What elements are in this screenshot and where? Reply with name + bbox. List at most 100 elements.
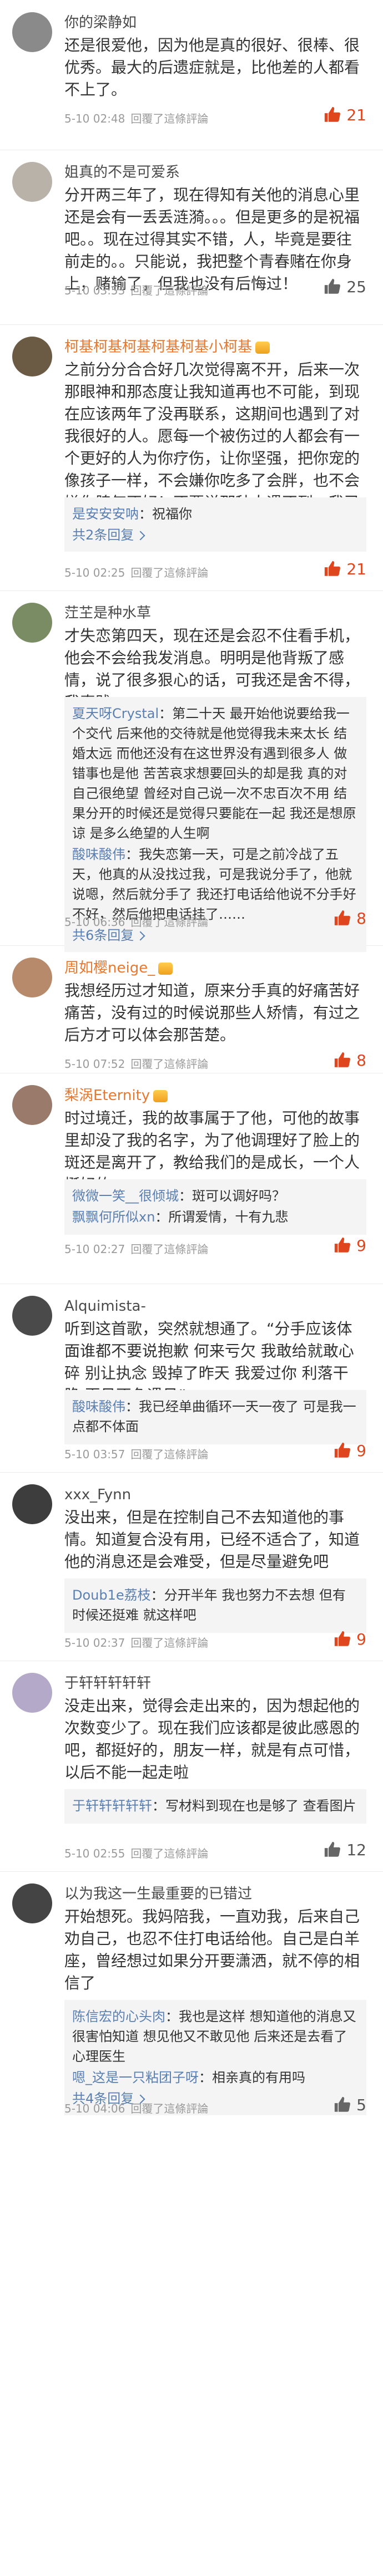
comment-author-name[interactable]: 梨涡Eternity xyxy=(64,1087,168,1104)
reply-item[interactable]: 于轩轩轩轩轩：写材料到现在也是够了 查看图片 xyxy=(72,1796,359,1816)
reply-thread[interactable]: 微微一笑__很倾城：斑可以调好吗？ 飘飘何所似xn：所谓爱情，十有九悲 xyxy=(64,1179,366,1235)
comment-time: 5-10 06:36 xyxy=(64,915,125,929)
reply-item[interactable]: 酸味酸伟：我已经单曲循环一天一夜了 可是我一点都不体面 xyxy=(72,1397,359,1437)
comment-item[interactable]: 茳芏是种水草 才失恋第四天，现在还是会忍不住看手机，他会不会给我发消息。明明是他背… xyxy=(0,590,383,952)
like-count: 9 xyxy=(356,1441,366,1460)
comment-action-label: 回覆了這條評論 xyxy=(130,566,209,579)
reply-author[interactable]: 飘飘何所似xn xyxy=(72,1209,155,1225)
reply-author[interactable]: 酸味酸伟 xyxy=(72,1399,125,1414)
comment-meta: 5-10 03:57 回覆了這條評論 xyxy=(64,1445,214,1462)
like-button[interactable]: 12 xyxy=(323,1840,366,1859)
comment-item[interactable]: xxx_Fynn 没出来，但是在控制自己不去知道他的事情。知道复合没有用，已经不适… xyxy=(0,1472,383,1661)
avatar[interactable] xyxy=(12,1296,52,1336)
reply-thread[interactable]: 陈信宏的心头肉：我也是这样 想知道他的消息又很害怕知道 想见他又不敢见他 后来还… xyxy=(64,2000,366,2115)
comment-meta: 5-10 07:52 回覆了這條評論 xyxy=(64,1055,214,1071)
like-button[interactable]: 9 xyxy=(333,1441,366,1460)
like-button[interactable]: 5 xyxy=(333,2095,366,2114)
reply-author[interactable]: 于轩轩轩轩轩 xyxy=(72,1798,152,1814)
thumbs-up-icon xyxy=(335,1237,351,1253)
comment-action-label: 回覆了這條評論 xyxy=(130,1057,209,1071)
reply-author[interactable]: 酸味酸伟 xyxy=(72,847,125,862)
like-button[interactable]: 25 xyxy=(323,277,366,296)
reply-separator: ： xyxy=(199,2070,212,2085)
avatar[interactable] xyxy=(12,337,52,376)
like-button[interactable]: 8 xyxy=(333,1051,366,1070)
like-button[interactable]: 8 xyxy=(333,909,366,928)
avatar[interactable] xyxy=(12,1484,52,1524)
reply-author[interactable]: 夏天呀Crystal xyxy=(72,706,159,721)
thumbs-up-icon xyxy=(335,2096,351,2112)
author-name-text: 以为我这一生最重要的已错过 xyxy=(64,1886,253,1902)
reply-author[interactable]: 嗯_这是一只粘团子呀 xyxy=(72,2070,199,2085)
author-name-text: 梨涡Eternity xyxy=(64,1087,150,1104)
author-name-text: Alquimista- xyxy=(64,1298,146,1315)
reply-item[interactable]: 飘飘何所似xn：所谓爱情，十有九悲 xyxy=(72,1207,359,1227)
like-button[interactable]: 21 xyxy=(323,105,366,124)
reply-item[interactable]: Doub1e荔枝：分开半年 我也努力不去想 但有时候还挺难 就这样吧 xyxy=(72,1585,359,1625)
like-count: 9 xyxy=(356,1630,366,1648)
comment-item[interactable]: 柯基柯基柯基柯基柯基小柯基 之前分分合合好几次觉得离不开，后来一次那眼神和那态度让… xyxy=(0,324,383,591)
reply-separator: ： xyxy=(152,1798,165,1814)
comment-author-name[interactable]: Alquimista- xyxy=(64,1298,146,1315)
reply-separator: ： xyxy=(165,2009,179,2024)
comment-author-name[interactable]: xxx_Fynn xyxy=(64,1486,131,1503)
comment-time: 5-10 02:37 xyxy=(64,1636,125,1650)
reply-item[interactable]: 微微一笑__很倾城：斑可以调好吗？ xyxy=(72,1186,359,1206)
reply-item[interactable]: 嗯_这是一只粘团子呀：相亲真的有用吗 xyxy=(72,2068,359,2088)
reply-thread[interactable]: Doub1e荔枝：分开半年 我也努力不去想 但有时候还挺难 就这样吧 xyxy=(64,1579,366,1633)
comment-list: 你的梁静如还是很爱他，因为他是真的很好、很棒、很优秀。最大的后遗症就是，比他差的… xyxy=(0,0,383,2576)
comment-item[interactable]: 以为我这一生最重要的已错过 开始想死。我妈陪我，一直劝我，后来自己劝自己，也忍不住… xyxy=(0,1871,383,2576)
thumbs-up-icon xyxy=(335,1052,351,1067)
reply-separator: ： xyxy=(139,506,152,522)
comment-author-name[interactable]: 以为我这一生最重要的已错过 xyxy=(64,1886,252,1902)
comment-meta: 5-10 02:27 回覆了這條評論 xyxy=(64,1240,214,1256)
like-button[interactable]: 9 xyxy=(333,1630,366,1648)
avatar[interactable] xyxy=(12,1673,52,1713)
avatar[interactable] xyxy=(12,1883,52,1923)
reply-author[interactable]: 是安安安呐 xyxy=(72,506,139,522)
more-replies-link[interactable]: 共2条回复 xyxy=(72,525,359,545)
reply-item[interactable]: 夏天呀Crystal：第二十天 最开始他说要给我一个交代 后来他的交待就是他觉得… xyxy=(72,704,359,843)
reply-author[interactable]: 微微一笑__很倾城 xyxy=(72,1188,179,1204)
like-button[interactable]: 21 xyxy=(323,559,366,578)
comment-author-name[interactable]: 你的梁静如 xyxy=(64,14,137,31)
reply-author[interactable]: Doub1e荔枝 xyxy=(72,1587,151,1603)
thumbs-up-icon xyxy=(335,910,351,925)
like-count: 21 xyxy=(346,105,366,124)
avatar[interactable] xyxy=(12,162,52,202)
reply-thread[interactable]: 于轩轩轩轩轩：写材料到现在也是够了 查看图片 xyxy=(64,1789,366,1824)
avatar[interactable] xyxy=(12,1085,52,1125)
comment-meta: 5-10 02:48 回覆了這條評論 xyxy=(64,110,214,126)
comment-author-name[interactable]: 于轩轩轩轩轩 xyxy=(64,1675,151,1692)
reply-item[interactable]: 是安安安呐：祝福你 xyxy=(72,504,359,524)
reply-item[interactable]: 酸味酸伟：我失恋第一天，可是之前冷战了五天，他真的从没找过我，可是我说分手了，他… xyxy=(72,844,359,924)
comment-author-name[interactable]: 姐真的不是可爱系 xyxy=(64,164,180,181)
reply-thread[interactable]: 酸味酸伟：我已经单曲循环一天一夜了 可是我一点都不体面 xyxy=(64,1390,366,1444)
reply-author[interactable]: 陈信宏的心头肉 xyxy=(72,2009,165,2024)
reply-separator: ： xyxy=(179,1188,192,1204)
comment-text: 分开两三年了，现在得知有关他的消息心里还是会有一丢丢涟漪。。。但是更多的是祝福吧… xyxy=(64,186,360,293)
comment-meta: 5-10 02:25 回覆了這條評論 xyxy=(64,564,214,580)
thumbs-up-icon xyxy=(335,1631,351,1646)
comment-author-name[interactable]: 茳芏是种水草 xyxy=(64,605,151,622)
like-button[interactable]: 9 xyxy=(333,1236,366,1255)
reply-text: 第二十天 最开始他说要给我一个交代 后来他的交待就是他觉得我未来太长 结婚太远 … xyxy=(72,706,356,841)
comment-meta: 5-10 06:36 回覆了這條評論 xyxy=(64,913,214,929)
comment-action-label: 回覆了這條評論 xyxy=(130,1243,209,1256)
comment-author-name[interactable]: 周如樱neige_ xyxy=(64,960,173,976)
avatar[interactable] xyxy=(12,603,52,643)
comment-item[interactable]: 梨涡Eternity 时过境迁，我的故事属于了他，可他的故事里却没了我的名字，为了… xyxy=(0,1073,383,1284)
comment-action-label: 回覆了這條評論 xyxy=(130,2102,209,2115)
comment-item[interactable]: 周如樱neige_ 我想经历过才知道，原来分手真的好痛苦好痛苦，没有过的时候说那些… xyxy=(0,945,383,1073)
comment-item[interactable]: 于轩轩轩轩轩 没走出来，觉得会走出来的，因为想起他的次数变少了。现在我们应该都是彼… xyxy=(0,1661,383,1872)
comment-item[interactable]: 你的梁静如还是很爱他，因为他是真的很好、很棒、很优秀。最大的后遗症就是，比他差的… xyxy=(0,0,383,150)
comment-author-name[interactable]: 柯基柯基柯基柯基柯基小柯基 xyxy=(64,339,270,355)
comment-meta: 5-10 02:37 回覆了這條評論 xyxy=(64,1634,214,1650)
comment-item[interactable]: Alquimista- 听到这首歌，突然就想通了。“分手应该体面谁都不要说抱歉 何… xyxy=(0,1284,383,1473)
avatar[interactable] xyxy=(12,958,52,997)
comment-item[interactable]: 姐真的不是可爱系分开两三年了，现在得知有关他的消息心里还是会有一丢丢涟漪。。。但… xyxy=(0,150,383,325)
reply-thread[interactable]: 是安安安呐：祝福你 共2条回复 xyxy=(64,497,366,552)
reply-item[interactable]: 陈信宏的心头肉：我也是这样 想知道他的消息又很害怕知道 想见他又不敢见他 后来还… xyxy=(72,2007,359,2066)
comment-text: 还是很爱他，因为他是真的很好、很棒、很优秀。最大的后遗症就是，比他差的人都看不上… xyxy=(64,36,360,99)
avatar[interactable] xyxy=(12,12,52,52)
